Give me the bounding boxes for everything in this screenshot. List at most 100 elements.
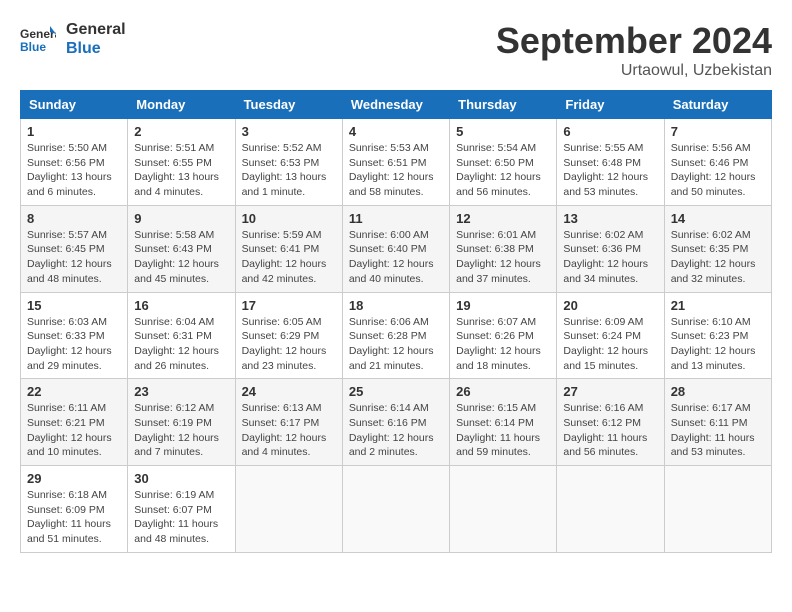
calendar-cell: 8 Sunrise: 5:57 AMSunset: 6:45 PMDayligh… [21, 205, 128, 292]
day-info: Sunrise: 6:10 AMSunset: 6:23 PMDaylight:… [671, 315, 765, 374]
calendar-cell: 22 Sunrise: 6:11 AMSunset: 6:21 PMDaylig… [21, 379, 128, 466]
day-info: Sunrise: 5:51 AMSunset: 6:55 PMDaylight:… [134, 141, 228, 200]
day-info: Sunrise: 6:06 AMSunset: 6:28 PMDaylight:… [349, 315, 443, 374]
calendar-table: SundayMondayTuesdayWednesdayThursdayFrid… [20, 90, 772, 553]
calendar-cell: 24 Sunrise: 6:13 AMSunset: 6:17 PMDaylig… [235, 379, 342, 466]
day-info: Sunrise: 6:05 AMSunset: 6:29 PMDaylight:… [242, 315, 336, 374]
day-info: Sunrise: 6:01 AMSunset: 6:38 PMDaylight:… [456, 228, 550, 287]
calendar-cell: 29 Sunrise: 6:18 AMSunset: 6:09 PMDaylig… [21, 466, 128, 553]
calendar-cell [235, 466, 342, 553]
day-info: Sunrise: 6:04 AMSunset: 6:31 PMDaylight:… [134, 315, 228, 374]
calendar-cell: 5 Sunrise: 5:54 AMSunset: 6:50 PMDayligh… [450, 119, 557, 206]
day-info: Sunrise: 5:59 AMSunset: 6:41 PMDaylight:… [242, 228, 336, 287]
calendar-cell: 25 Sunrise: 6:14 AMSunset: 6:16 PMDaylig… [342, 379, 449, 466]
calendar-week-row: 29 Sunrise: 6:18 AMSunset: 6:09 PMDaylig… [21, 466, 772, 553]
calendar-cell: 4 Sunrise: 5:53 AMSunset: 6:51 PMDayligh… [342, 119, 449, 206]
day-number: 8 [27, 211, 121, 226]
day-number: 26 [456, 384, 550, 399]
day-info: Sunrise: 5:55 AMSunset: 6:48 PMDaylight:… [563, 141, 657, 200]
day-info: Sunrise: 6:00 AMSunset: 6:40 PMDaylight:… [349, 228, 443, 287]
day-info: Sunrise: 6:12 AMSunset: 6:19 PMDaylight:… [134, 401, 228, 460]
day-number: 13 [563, 211, 657, 226]
day-number: 17 [242, 298, 336, 313]
weekday-header-monday: Monday [128, 91, 235, 119]
day-number: 12 [456, 211, 550, 226]
weekday-header-wednesday: Wednesday [342, 91, 449, 119]
day-number: 3 [242, 124, 336, 139]
weekday-header-sunday: Sunday [21, 91, 128, 119]
calendar-cell: 27 Sunrise: 6:16 AMSunset: 6:12 PMDaylig… [557, 379, 664, 466]
day-number: 30 [134, 471, 228, 486]
calendar-cell: 17 Sunrise: 6:05 AMSunset: 6:29 PMDaylig… [235, 292, 342, 379]
calendar-cell: 3 Sunrise: 5:52 AMSunset: 6:53 PMDayligh… [235, 119, 342, 206]
calendar-cell: 2 Sunrise: 5:51 AMSunset: 6:55 PMDayligh… [128, 119, 235, 206]
day-number: 22 [27, 384, 121, 399]
day-info: Sunrise: 6:14 AMSunset: 6:16 PMDaylight:… [349, 401, 443, 460]
day-info: Sunrise: 6:16 AMSunset: 6:12 PMDaylight:… [563, 401, 657, 460]
calendar-cell: 1 Sunrise: 5:50 AMSunset: 6:56 PMDayligh… [21, 119, 128, 206]
weekday-header-tuesday: Tuesday [235, 91, 342, 119]
title-block: September 2024 Urtaowul, Uzbekistan [496, 20, 772, 80]
calendar-cell: 7 Sunrise: 5:56 AMSunset: 6:46 PMDayligh… [664, 119, 771, 206]
svg-text:Blue: Blue [20, 40, 46, 54]
day-info: Sunrise: 6:11 AMSunset: 6:21 PMDaylight:… [27, 401, 121, 460]
day-info: Sunrise: 6:09 AMSunset: 6:24 PMDaylight:… [563, 315, 657, 374]
calendar-cell: 9 Sunrise: 5:58 AMSunset: 6:43 PMDayligh… [128, 205, 235, 292]
day-number: 23 [134, 384, 228, 399]
day-number: 2 [134, 124, 228, 139]
day-info: Sunrise: 5:53 AMSunset: 6:51 PMDaylight:… [349, 141, 443, 200]
day-info: Sunrise: 6:07 AMSunset: 6:26 PMDaylight:… [456, 315, 550, 374]
day-info: Sunrise: 6:13 AMSunset: 6:17 PMDaylight:… [242, 401, 336, 460]
weekday-header-thursday: Thursday [450, 91, 557, 119]
calendar-cell [557, 466, 664, 553]
day-info: Sunrise: 6:02 AMSunset: 6:35 PMDaylight:… [671, 228, 765, 287]
day-info: Sunrise: 6:15 AMSunset: 6:14 PMDaylight:… [456, 401, 550, 460]
day-number: 4 [349, 124, 443, 139]
day-info: Sunrise: 5:56 AMSunset: 6:46 PMDaylight:… [671, 141, 765, 200]
day-number: 6 [563, 124, 657, 139]
logo-text2: Blue [66, 39, 126, 58]
logo-icon: General Blue [20, 24, 56, 54]
weekday-header-friday: Friday [557, 91, 664, 119]
calendar-cell: 21 Sunrise: 6:10 AMSunset: 6:23 PMDaylig… [664, 292, 771, 379]
day-number: 7 [671, 124, 765, 139]
day-info: Sunrise: 5:57 AMSunset: 6:45 PMDaylight:… [27, 228, 121, 287]
day-info: Sunrise: 6:03 AMSunset: 6:33 PMDaylight:… [27, 315, 121, 374]
day-number: 18 [349, 298, 443, 313]
day-number: 29 [27, 471, 121, 486]
day-number: 24 [242, 384, 336, 399]
calendar-cell: 11 Sunrise: 6:00 AMSunset: 6:40 PMDaylig… [342, 205, 449, 292]
day-number: 9 [134, 211, 228, 226]
day-number: 16 [134, 298, 228, 313]
day-info: Sunrise: 6:17 AMSunset: 6:11 PMDaylight:… [671, 401, 765, 460]
location: Urtaowul, Uzbekistan [496, 62, 772, 80]
day-info: Sunrise: 5:52 AMSunset: 6:53 PMDaylight:… [242, 141, 336, 200]
calendar-cell: 26 Sunrise: 6:15 AMSunset: 6:14 PMDaylig… [450, 379, 557, 466]
day-number: 20 [563, 298, 657, 313]
calendar-cell: 20 Sunrise: 6:09 AMSunset: 6:24 PMDaylig… [557, 292, 664, 379]
calendar-week-row: 8 Sunrise: 5:57 AMSunset: 6:45 PMDayligh… [21, 205, 772, 292]
month-title: September 2024 [496, 20, 772, 62]
day-info: Sunrise: 5:58 AMSunset: 6:43 PMDaylight:… [134, 228, 228, 287]
day-number: 1 [27, 124, 121, 139]
weekday-header-row: SundayMondayTuesdayWednesdayThursdayFrid… [21, 91, 772, 119]
day-info: Sunrise: 5:54 AMSunset: 6:50 PMDaylight:… [456, 141, 550, 200]
calendar-cell: 23 Sunrise: 6:12 AMSunset: 6:19 PMDaylig… [128, 379, 235, 466]
calendar-cell: 18 Sunrise: 6:06 AMSunset: 6:28 PMDaylig… [342, 292, 449, 379]
calendar-cell: 28 Sunrise: 6:17 AMSunset: 6:11 PMDaylig… [664, 379, 771, 466]
calendar-cell: 14 Sunrise: 6:02 AMSunset: 6:35 PMDaylig… [664, 205, 771, 292]
calendar-cell [664, 466, 771, 553]
day-number: 28 [671, 384, 765, 399]
logo: General Blue General Blue [20, 20, 126, 58]
day-info: Sunrise: 6:19 AMSunset: 6:07 PMDaylight:… [134, 488, 228, 547]
calendar-cell: 16 Sunrise: 6:04 AMSunset: 6:31 PMDaylig… [128, 292, 235, 379]
calendar-cell: 10 Sunrise: 5:59 AMSunset: 6:41 PMDaylig… [235, 205, 342, 292]
day-number: 21 [671, 298, 765, 313]
day-number: 25 [349, 384, 443, 399]
calendar-cell: 30 Sunrise: 6:19 AMSunset: 6:07 PMDaylig… [128, 466, 235, 553]
calendar-cell [342, 466, 449, 553]
calendar-cell [450, 466, 557, 553]
day-info: Sunrise: 6:02 AMSunset: 6:36 PMDaylight:… [563, 228, 657, 287]
day-info: Sunrise: 5:50 AMSunset: 6:56 PMDaylight:… [27, 141, 121, 200]
page-header: General Blue General Blue September 2024… [20, 20, 772, 80]
